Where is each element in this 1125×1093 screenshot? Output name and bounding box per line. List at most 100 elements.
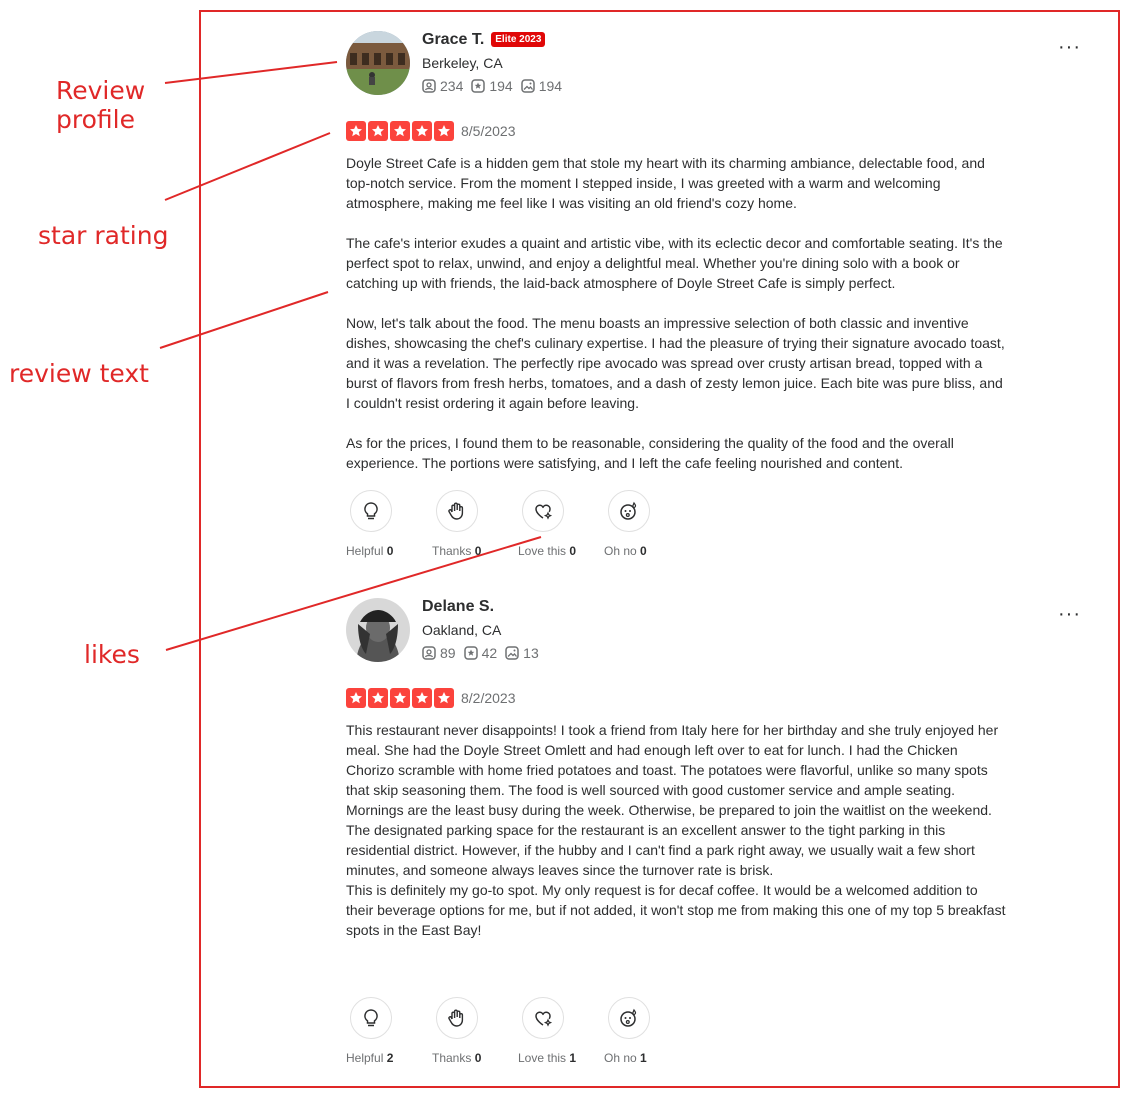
review-paragraph: This is definitely my go-to spot. My onl… [346,882,1006,938]
star-outline-icon [463,646,478,660]
thanks-reaction[interactable]: Thanks 0 [432,997,518,1065]
reaction-label: Helpful [346,544,384,558]
review-date: 8/5/2023 [461,123,516,139]
oh-no-reaction[interactable]: Oh no 0 [604,490,690,558]
star-icon [390,688,410,708]
star-icon [434,688,454,708]
user-name[interactable]: Delane S. [422,598,494,616]
friends-count: 234 [440,78,464,94]
love-this-label: Love this 0 [518,544,604,558]
review-card: Grace T. Elite 2023 Berkeley, CA 234 194 … [346,31,1080,571]
reviews-count: 42 [481,645,498,661]
reaction-label: Thanks [432,544,472,558]
heart-sparkle-icon[interactable] [522,997,564,1039]
user-location: Oakland, CA [422,622,502,638]
reaction-bar: Helpful 0 Thanks 0 Love this 0 Oh no 0 [346,490,690,558]
reaction-label: Oh no [604,544,637,558]
reaction-count: 0 [640,544,647,558]
review-paragraph: The cafe's interior exudes a quaint and … [346,235,1003,291]
friends-stat: 89 [422,645,456,661]
review-text: This restaurant never disappoints! I too… [346,720,1006,940]
review-text: Doyle Street Cafe is a hidden gem that s… [346,153,1006,473]
helpful-label: Helpful 0 [346,544,432,558]
wave-hand-icon[interactable] [436,997,478,1039]
sad-face-icon[interactable] [608,490,650,532]
heart-sparkle-icon[interactable] [522,490,564,532]
photo-icon [520,79,535,93]
star-rating-row: 8/5/2023 [346,121,516,141]
helpful-label: Helpful 2 [346,1051,432,1065]
more-options-button[interactable]: ··· [1058,36,1081,59]
star-icon [368,121,388,141]
user-name-text[interactable]: Grace T. [422,31,484,48]
review-paragraph: Doyle Street Cafe is a hidden gem that s… [346,155,985,211]
photos-stat: 194 [520,78,563,94]
friends-stat: 234 [422,78,463,94]
review-paragraph: As for the prices, I found them to be re… [346,435,954,471]
thanks-label: Thanks 0 [432,544,518,558]
user-name-text[interactable]: Delane S. [422,598,494,615]
star-rating [346,121,454,141]
star-icon [434,121,454,141]
avatar[interactable] [346,31,410,95]
oh-no-reaction[interactable]: Oh no 1 [604,997,690,1065]
reaction-count: 0 [474,544,482,558]
reaction-count: 0 [569,544,577,558]
user-stats: 234 194 194 [422,78,562,94]
star-rating-row: 8/2/2023 [346,688,516,708]
friends-count: 89 [440,645,456,661]
lightbulb-icon[interactable] [350,997,392,1039]
photo-icon [505,646,519,660]
annotation-likes: likes [84,640,140,669]
helpful-reaction[interactable]: Helpful 0 [346,490,432,558]
annotation-star-rating: star rating [38,221,169,250]
reviews-stat: 194 [471,78,513,94]
annotation-review-text: review text [9,359,149,388]
avatar[interactable] [346,598,410,662]
user-name[interactable]: Grace T. Elite 2023 [422,31,546,49]
friends-icon [422,646,436,660]
photos-count: 194 [538,78,563,94]
reaction-label: Love this [518,544,567,558]
elite-badge[interactable]: Elite 2023 [491,32,546,47]
user-stats: 89 42 13 [422,645,539,661]
more-options-button[interactable]: ··· [1058,603,1081,626]
love-this-label: Love this 1 [518,1051,604,1065]
sad-face-icon[interactable] [608,997,650,1039]
reaction-label: Thanks [432,1051,472,1065]
friends-icon [422,79,436,93]
star-icon [412,688,432,708]
annotation-review-profile: Review profile [56,76,145,134]
reviews-stat: 42 [463,645,498,661]
lightbulb-icon[interactable] [350,490,392,532]
thanks-label: Thanks 0 [432,1051,518,1065]
reaction-count: 2 [386,1051,394,1065]
star-outline-icon [471,79,486,93]
reaction-count: 1 [569,1051,577,1065]
user-location: Berkeley, CA [422,55,503,71]
reaction-count: 1 [640,1051,647,1065]
star-rating [346,688,454,708]
photos-stat: 13 [505,645,539,661]
reaction-label: Love this [518,1051,567,1065]
review-date: 8/2/2023 [461,690,516,706]
love-this-reaction[interactable]: Love this 0 [518,490,604,558]
wave-hand-icon[interactable] [436,490,478,532]
annotation-review-profile-line1: Review [56,76,146,105]
helpful-reaction[interactable]: Helpful 2 [346,997,432,1065]
review-paragraph: The designated parking space for the res… [346,822,975,878]
reaction-count: 0 [474,1051,482,1065]
thanks-reaction[interactable]: Thanks 0 [432,490,518,558]
love-this-reaction[interactable]: Love this 1 [518,997,604,1065]
photos-count: 13 [523,645,539,661]
star-icon [346,688,366,708]
review-paragraph: Now, let's talk about the food. The menu… [346,315,1005,411]
review-paragraph: This restaurant never disappoints! I too… [346,722,999,798]
star-icon [412,121,432,141]
star-icon [390,121,410,141]
reviews-count: 194 [489,78,513,94]
oh-no-label: Oh no 1 [604,1051,690,1065]
star-icon [346,121,366,141]
reaction-label: Oh no [604,1051,637,1065]
review-card: Delane S. Oakland, CA 89 42 13 ··· 8/2/2… [346,598,1080,1068]
